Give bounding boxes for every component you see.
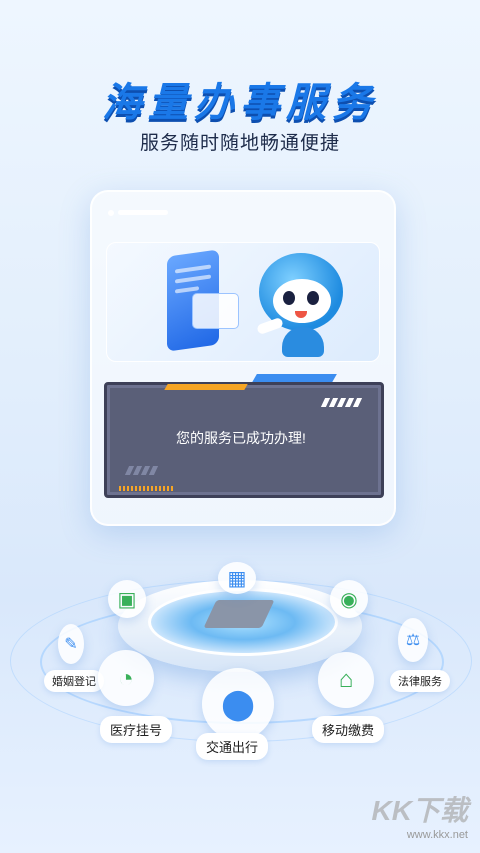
mascot-arm: [256, 316, 284, 336]
mascot-illustration: [106, 242, 380, 362]
scale-icon: ⚖: [405, 632, 421, 649]
dialog-stripes: [320, 394, 363, 412]
dialog-ticks: [119, 486, 174, 491]
chat-icon: ◉: [340, 588, 358, 611]
service-node-bg[interactable]: ◉: [330, 580, 368, 618]
service-label-traffic[interactable]: 交通出行: [196, 733, 269, 760]
pen-icon: ✎: [64, 636, 78, 653]
payment-node[interactable]: ⌂: [318, 652, 374, 708]
mascot-body: [282, 327, 324, 357]
document-icon: ▣: [117, 588, 137, 611]
mascot-eye: [283, 291, 295, 305]
marriage-node[interactable]: ✎: [58, 624, 84, 664]
watermark-url: www.kkx.net: [406, 829, 468, 841]
service-label-marriage[interactable]: 婚姻登记: [44, 670, 104, 692]
mascot-eye: [307, 291, 319, 305]
service-label-medical[interactable]: 医疗挂号: [100, 716, 173, 743]
page-subtitle: 服务随时随地畅通便捷: [139, 133, 340, 154]
page-title: 海量办事服务: [102, 81, 378, 125]
service-node-bg[interactable]: ▣: [108, 580, 146, 618]
service-label-law[interactable]: 法律服务: [390, 670, 450, 692]
watermark: KK下载 www.kkx.net: [372, 789, 468, 841]
watermark-logo: KK下载: [371, 795, 468, 826]
dialog-message: 您的服务已成功办理!: [176, 430, 306, 446]
chart-panel-graphic: [192, 293, 239, 329]
calendar-icon: ▦: [227, 567, 247, 590]
traffic-node[interactable]: ⬤: [202, 668, 274, 740]
service-node-bg[interactable]: ▦: [218, 562, 256, 594]
location-pin-icon: ⬤: [221, 687, 255, 721]
dialog-orange-tab: [164, 384, 248, 390]
service-label-payment[interactable]: 移动缴费: [312, 716, 385, 743]
dialog-stripes-bottom: [124, 462, 159, 480]
card-status-bar: [108, 204, 168, 222]
law-node[interactable]: ⚖: [398, 618, 428, 662]
house-icon: ⌂: [338, 666, 354, 693]
chart-icon: ◔: [118, 662, 134, 693]
medical-node[interactable]: ◔: [98, 650, 154, 706]
success-dialog: 您的服务已成功办理!: [104, 374, 384, 500]
